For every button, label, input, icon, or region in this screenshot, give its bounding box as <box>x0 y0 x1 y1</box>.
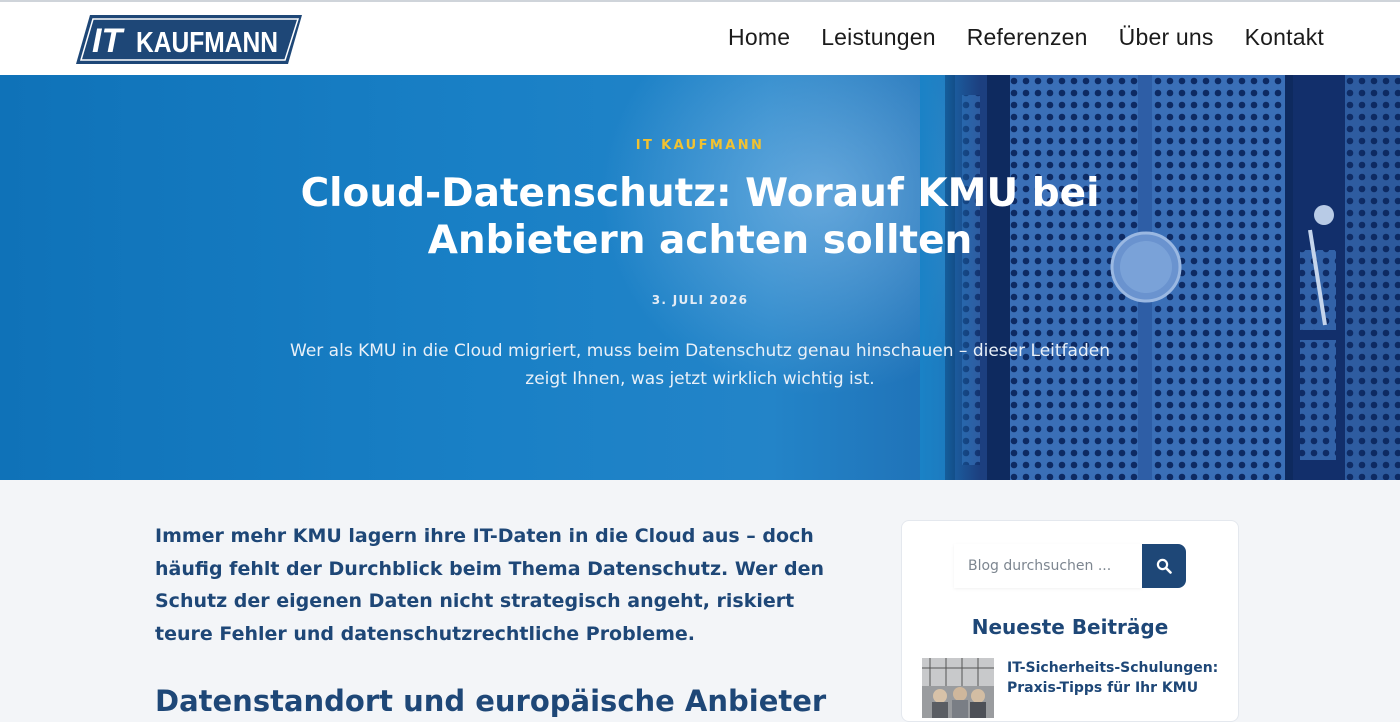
logo-text-it: IT <box>92 22 125 60</box>
nav-home[interactable]: Home <box>728 22 790 52</box>
blog-search <box>954 544 1186 588</box>
main-nav: Home Leistungen Referenzen Über uns Kont… <box>728 22 1324 52</box>
sidebar: Neueste Beiträge IT-Sicherheits-Schulung… <box>901 520 1239 722</box>
logo-text-name: KAUFMANN <box>136 27 278 59</box>
post-date: 3. JULI 2026 <box>651 293 749 307</box>
site-logo[interactable]: IT KAUFMANN <box>76 14 302 65</box>
article-intro: Immer mehr KMU lagern ihre IT-Daten in d… <box>155 525 824 645</box>
search-icon <box>1156 558 1172 574</box>
page-title: Cloud-Datenschutz: Worauf KMU bei Anbiet… <box>300 171 1100 263</box>
search-input[interactable] <box>954 544 1142 588</box>
article-body: Immer mehr KMU lagern ihre IT-Daten in d… <box>155 520 835 650</box>
nav-leistungen[interactable]: Leistungen <box>821 22 936 52</box>
post-thumbnail <box>922 658 994 718</box>
recent-posts-title: Neueste Beiträge <box>971 615 1169 639</box>
nav-ueber-uns[interactable]: Über uns <box>1119 22 1214 52</box>
hero-lead: Wer als KMU in die Cloud migriert, muss … <box>290 341 1110 389</box>
hero-banner: IT KAUFMANN Cloud-Datenschutz: Worauf KM… <box>0 75 1400 480</box>
nav-kontakt[interactable]: Kontakt <box>1245 22 1324 52</box>
article-heading: Datenstandort und europäische Anbieter <box>155 684 827 718</box>
post-title-link[interactable]: IT-Sicherheits-Schulungen: Praxis-Tipps … <box>1007 658 1222 698</box>
recent-post-item[interactable]: IT-Sicherheits-Schulungen: Praxis-Tipps … <box>922 658 1222 718</box>
site-header: IT KAUFMANN Home Leistungen Referenzen Ü… <box>0 2 1400 75</box>
nav-referenzen[interactable]: Referenzen <box>967 22 1088 52</box>
hero-kicker: IT KAUFMANN <box>635 138 765 153</box>
search-button[interactable] <box>1142 544 1186 588</box>
it-kaufmann-logo: IT KAUFMANN <box>76 15 302 64</box>
